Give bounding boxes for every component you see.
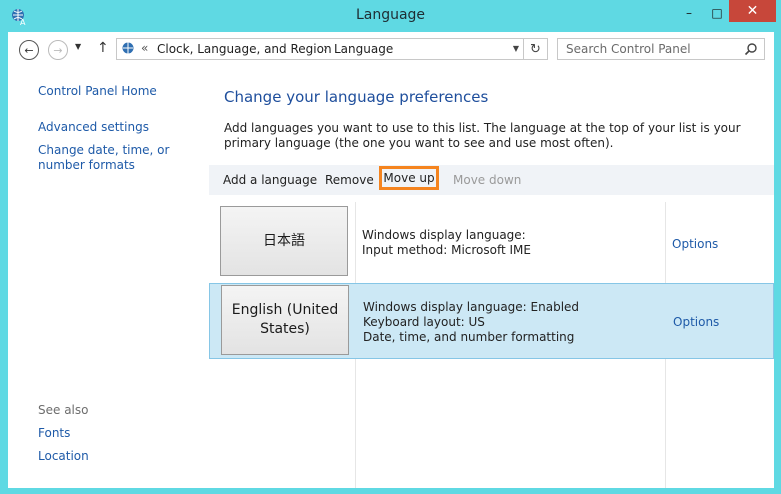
breadcrumb-separator: › <box>323 41 328 55</box>
search-box[interactable] <box>557 38 765 60</box>
language-tile-japanese[interactable]: 日本語 <box>220 206 348 276</box>
minimize-button[interactable]: – <box>674 0 704 26</box>
breadcrumb-language[interactable]: Language <box>334 42 393 56</box>
page-title: Change your language preferences <box>224 88 489 106</box>
search-input[interactable] <box>558 39 746 59</box>
display-language-text: Windows display language: <box>362 228 526 242</box>
address-dropdown-icon[interactable]: ▼ <box>513 44 519 53</box>
location-link[interactable]: Location <box>38 449 89 463</box>
forward-button[interactable]: → <box>48 40 68 60</box>
language-row-japanese[interactable]: 日本語 Windows display language: Input meth… <box>209 204 774 278</box>
language-tile-english[interactable]: English (United States) <box>221 285 349 355</box>
maximize-button[interactable]: □ <box>702 0 732 26</box>
change-date-time-formats-link[interactable]: Change date, time, or number formats <box>38 143 208 173</box>
search-icon[interactable] <box>744 42 758 56</box>
see-also-label: See also <box>38 403 89 417</box>
language-toolbar: Add a language Remove Move up Move down <box>209 165 774 195</box>
arrow-left-icon: ← <box>24 43 34 57</box>
move-up-button[interactable]: Move up <box>379 166 439 190</box>
page-description: Add languages you want to use to this li… <box>224 121 741 150</box>
chevron-down-icon: ▼ <box>75 42 82 51</box>
recent-locations-dropdown[interactable]: ▼ <box>75 42 81 51</box>
window-title: Language <box>355 7 426 23</box>
display-language-text: Windows display language: Enabled <box>363 300 580 314</box>
advanced-settings-link[interactable]: Advanced settings <box>38 120 149 134</box>
options-link-english[interactable]: Options <box>673 315 719 329</box>
language-row-english[interactable]: English (United States) Windows display … <box>209 283 774 359</box>
keyboard-layout-text: Keyboard layout: US <box>363 315 485 329</box>
formatting-text: Date, time, and number formatting <box>363 330 575 344</box>
add-language-button[interactable]: Add a language <box>223 173 317 187</box>
fonts-link[interactable]: Fonts <box>38 426 70 440</box>
breadcrumb-clock-language-region[interactable]: Clock, Language, and Region <box>157 42 332 56</box>
language-details: Windows display language: Enabled Keyboa… <box>363 300 579 345</box>
refresh-icon: ↻ <box>530 41 541 57</box>
input-method-text: Input method: Microsoft IME <box>362 243 531 257</box>
remove-button[interactable]: Remove <box>325 173 374 187</box>
options-link-japanese[interactable]: Options <box>672 237 718 251</box>
arrow-up-icon: ↑ <box>97 40 109 56</box>
move-down-button[interactable]: Move down <box>453 173 521 187</box>
language-list: 日本語 Windows display language: Input meth… <box>209 202 774 488</box>
breadcrumb[interactable]: « Clock, Language, and Region › Language… <box>116 38 524 60</box>
title-bar[interactable]: A Language – □ ✕ <box>0 0 781 32</box>
breadcrumb-overflow[interactable]: « <box>141 41 148 55</box>
control-panel-icon <box>122 42 134 54</box>
control-panel-home-link[interactable]: Control Panel Home <box>38 84 157 98</box>
arrow-right-icon: → <box>53 43 63 57</box>
window-client: ← → ▼ ↑ « Clock, Language, and Region › … <box>8 32 774 488</box>
close-button[interactable]: ✕ <box>729 0 776 22</box>
up-button[interactable]: ↑ <box>97 40 109 56</box>
address-bar: ← → ▼ ↑ « Clock, Language, and Region › … <box>8 32 774 68</box>
language-window: A Language – □ ✕ ← → ▼ ↑ « Clock, Langua… <box>0 0 781 494</box>
language-details: Windows display language: Input method: … <box>362 228 531 258</box>
back-button[interactable]: ← <box>19 40 39 60</box>
refresh-button[interactable]: ↻ <box>524 38 548 60</box>
